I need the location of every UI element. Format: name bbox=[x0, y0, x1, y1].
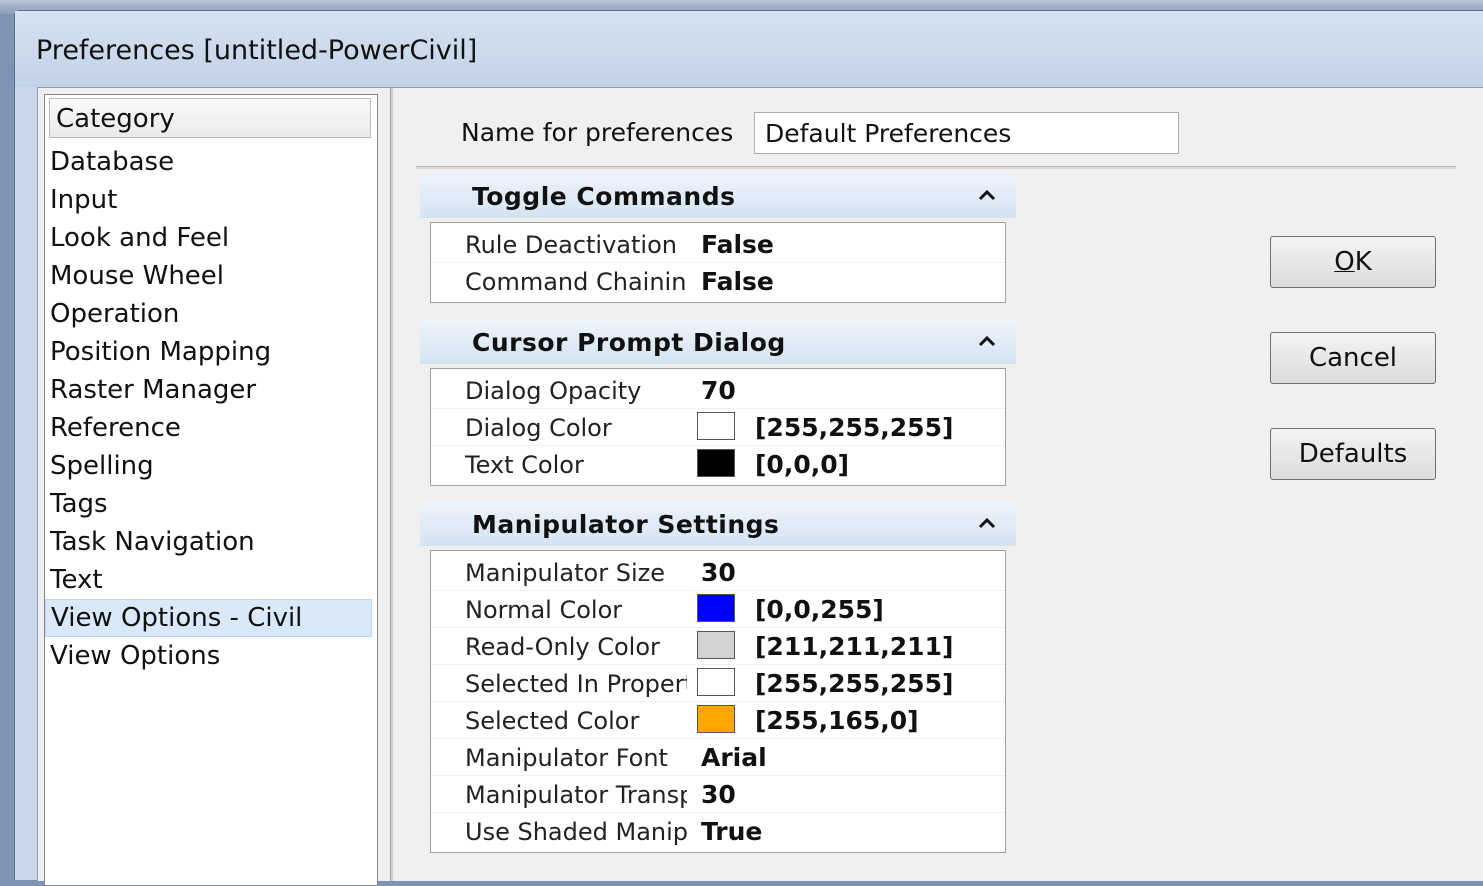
property-label: Manipulator Font bbox=[465, 744, 668, 772]
property-label: Rule Deactivation bbox=[465, 231, 677, 259]
ok-label-rest: K bbox=[1354, 247, 1372, 277]
category-item-look-and-feel[interactable]: Look and Feel bbox=[45, 219, 372, 257]
property-label: Selected In Property bbox=[465, 670, 687, 698]
title-bar[interactable]: Preferences [untitled-PowerCivil] bbox=[15, 11, 1483, 87]
dialog-client-area: Category Database Input Look and Feel Mo… bbox=[37, 87, 1483, 886]
category-item-input[interactable]: Input bbox=[45, 181, 372, 219]
category-item-text[interactable]: Text bbox=[45, 561, 372, 599]
chevron-up-icon[interactable] bbox=[974, 328, 1000, 354]
cursor-prompt-dialog-section: Cursor Prompt Dialog Dialog Opacity 70 D… bbox=[420, 320, 1016, 486]
property-row-command-chaining[interactable]: Command Chaining False bbox=[431, 263, 1005, 299]
category-item-view-options-civil[interactable]: View Options - Civil bbox=[45, 599, 372, 637]
property-value[interactable]: False bbox=[701, 267, 774, 296]
property-row-selected-color[interactable]: Selected Color [255,165,0] bbox=[431, 702, 1005, 739]
property-label: Manipulator Size bbox=[465, 559, 665, 587]
manipulator-settings-header[interactable]: Manipulator Settings bbox=[420, 502, 1016, 546]
cursor-prompt-dialog-header[interactable]: Cursor Prompt Dialog bbox=[420, 320, 1016, 364]
section-title: Manipulator Settings bbox=[472, 510, 780, 539]
category-item-task-navigation[interactable]: Task Navigation bbox=[45, 523, 372, 561]
property-value[interactable]: Arial bbox=[701, 743, 767, 772]
cancel-button[interactable]: Cancel bbox=[1270, 332, 1436, 384]
color-swatch[interactable] bbox=[697, 668, 735, 696]
property-row-manipulator-font[interactable]: Manipulator Font Arial bbox=[431, 739, 1005, 776]
property-value[interactable]: 30 bbox=[701, 780, 736, 809]
property-label: Command Chaining bbox=[465, 268, 687, 296]
category-item-view-options[interactable]: View Options bbox=[45, 637, 372, 675]
color-swatch[interactable] bbox=[697, 705, 735, 733]
toggle-commands-header[interactable]: Toggle Commands bbox=[420, 174, 1016, 218]
property-row-use-shaded-manipulator[interactable]: Use Shaded Manipulator True bbox=[431, 813, 1005, 849]
category-item-position-mapping[interactable]: Position Mapping bbox=[45, 333, 372, 371]
property-label: Read-Only Color bbox=[465, 633, 660, 661]
preferences-dialog: Preferences [untitled-PowerCivil] Catego… bbox=[14, 10, 1483, 886]
property-value[interactable]: [0,0,0] bbox=[755, 450, 849, 479]
defaults-button[interactable]: Defaults bbox=[1270, 428, 1436, 480]
category-item-operation[interactable]: Operation bbox=[45, 295, 372, 333]
property-row-read-only-color[interactable]: Read-Only Color [211,211,211] bbox=[431, 628, 1005, 665]
color-swatch[interactable] bbox=[697, 412, 735, 440]
category-item-database[interactable]: Database bbox=[45, 143, 372, 181]
chevron-up-icon[interactable] bbox=[974, 510, 1000, 536]
section-title: Toggle Commands bbox=[472, 182, 736, 211]
property-label: Dialog Color bbox=[465, 414, 612, 442]
toggle-commands-grid: Rule Deactivation False Command Chaining… bbox=[430, 222, 1006, 303]
property-row-dialog-opacity[interactable]: Dialog Opacity 70 bbox=[431, 372, 1005, 409]
category-item-tags[interactable]: Tags bbox=[45, 485, 372, 523]
property-row-dialog-color[interactable]: Dialog Color [255,255,255] bbox=[431, 409, 1005, 446]
toggle-commands-section: Toggle Commands Rule Deactivation False … bbox=[420, 174, 1016, 303]
category-header[interactable]: Category bbox=[49, 98, 371, 138]
property-label: Manipulator Transparency bbox=[465, 781, 687, 809]
property-row-manipulator-size[interactable]: Manipulator Size 30 bbox=[431, 554, 1005, 591]
property-label: Normal Color bbox=[465, 596, 623, 624]
preferences-name-input[interactable] bbox=[754, 112, 1179, 154]
ok-mnemonic: O bbox=[1334, 247, 1355, 277]
window-title: Preferences [untitled-PowerCivil] bbox=[36, 35, 478, 66]
category-item-raster-manager[interactable]: Raster Manager bbox=[45, 371, 372, 409]
property-label: Use Shaded Manipulator bbox=[465, 818, 687, 846]
category-items: Database Input Look and Feel Mouse Wheel… bbox=[45, 143, 375, 675]
panel-splitter[interactable] bbox=[390, 88, 393, 881]
property-value[interactable]: False bbox=[701, 230, 774, 259]
name-for-preferences-label: Name for preferences bbox=[461, 118, 734, 147]
category-item-spelling[interactable]: Spelling bbox=[45, 447, 372, 485]
cursor-prompt-dialog-grid: Dialog Opacity 70 Dialog Color [255,255,… bbox=[430, 368, 1006, 486]
category-item-reference[interactable]: Reference bbox=[45, 409, 372, 447]
property-value[interactable]: [255,255,255] bbox=[755, 413, 953, 442]
color-swatch[interactable] bbox=[697, 449, 735, 477]
property-row-normal-color[interactable]: Normal Color [0,0,255] bbox=[431, 591, 1005, 628]
property-value[interactable]: [0,0,255] bbox=[755, 595, 884, 624]
property-row-selected-in-property[interactable]: Selected In Property [255,255,255] bbox=[431, 665, 1005, 702]
property-value[interactable]: [255,255,255] bbox=[755, 669, 953, 698]
property-label: Dialog Opacity bbox=[465, 377, 642, 405]
property-row-text-color[interactable]: Text Color [0,0,0] bbox=[431, 446, 1005, 482]
property-label: Text Color bbox=[465, 451, 584, 479]
color-swatch[interactable] bbox=[697, 631, 735, 659]
property-value[interactable]: True bbox=[701, 817, 762, 846]
chevron-up-icon[interactable] bbox=[974, 182, 1000, 208]
ok-button[interactable]: OK bbox=[1270, 236, 1436, 288]
property-label: Selected Color bbox=[465, 707, 640, 735]
header-divider bbox=[416, 166, 1456, 169]
manipulator-settings-grid: Manipulator Size 30 Normal Color [0,0,25… bbox=[430, 550, 1006, 853]
category-list[interactable]: Category Database Input Look and Feel Mo… bbox=[44, 94, 378, 886]
property-row-rule-deactivation[interactable]: Rule Deactivation False bbox=[431, 226, 1005, 263]
property-value[interactable]: [211,211,211] bbox=[755, 632, 953, 661]
category-item-mouse-wheel[interactable]: Mouse Wheel bbox=[45, 257, 372, 295]
property-value[interactable]: [255,165,0] bbox=[755, 706, 919, 735]
color-swatch[interactable] bbox=[697, 594, 735, 622]
property-row-manipulator-transparency[interactable]: Manipulator Transparency 30 bbox=[431, 776, 1005, 813]
property-value[interactable]: 30 bbox=[701, 558, 736, 587]
property-value[interactable]: 70 bbox=[701, 376, 736, 405]
manipulator-settings-section: Manipulator Settings Manipulator Size 30… bbox=[420, 502, 1016, 853]
section-title: Cursor Prompt Dialog bbox=[472, 328, 786, 357]
